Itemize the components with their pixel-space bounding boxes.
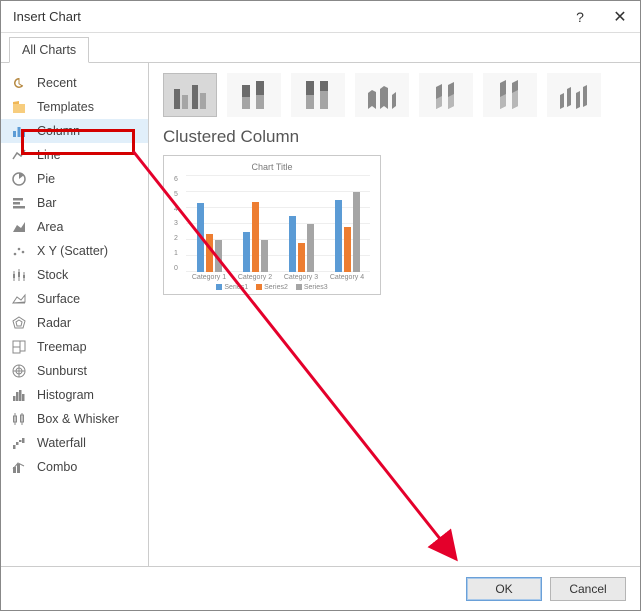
area-chart-icon	[11, 219, 27, 235]
bar	[344, 227, 351, 272]
close-button[interactable]: ✕	[600, 1, 640, 33]
subtype-3d-clustered-column[interactable]	[355, 73, 409, 117]
bar	[307, 224, 314, 272]
bar	[252, 202, 259, 272]
sidebar-item-treemap[interactable]: Treemap	[1, 335, 148, 359]
bar	[197, 203, 204, 272]
templates-icon	[11, 99, 27, 115]
dialog-title: Insert Chart	[13, 9, 560, 24]
subtype-title: Clustered Column	[163, 127, 626, 147]
category-labels: Category 1Category 2Category 3Category 4	[170, 274, 374, 281]
bar	[206, 234, 213, 272]
sidebar-item-label: Box & Whisker	[37, 412, 119, 426]
chart-preview[interactable]: Chart Title 6543210 Category 1Category 2…	[163, 155, 381, 295]
sidebar-item-radar[interactable]: Radar	[1, 311, 148, 335]
bar-group	[243, 202, 268, 272]
scatter-chart-icon	[11, 243, 27, 259]
histogram-icon	[11, 387, 27, 403]
subtype-3d-stacked-column[interactable]	[419, 73, 473, 117]
preview-plot: 6543210	[170, 176, 374, 272]
sidebar-item-label: X Y (Scatter)	[37, 244, 108, 258]
bar	[243, 232, 250, 272]
sidebar-item-label: Stock	[37, 268, 68, 282]
recent-icon	[11, 75, 27, 91]
main-panel: Clustered Column Chart Title 6543210 Cat…	[149, 63, 640, 566]
help-button[interactable]: ?	[560, 1, 600, 33]
sidebar-item-label: Templates	[37, 100, 94, 114]
cancel-button[interactable]: Cancel	[550, 577, 626, 601]
bar	[353, 192, 360, 272]
stock-chart-icon	[11, 267, 27, 283]
sidebar-item-label: Bar	[37, 196, 56, 210]
sidebar-item-histogram[interactable]: Histogram	[1, 383, 148, 407]
box-whisker-icon	[11, 411, 27, 427]
sidebar-item-pie[interactable]: Pie	[1, 167, 148, 191]
dialog-body: Recent Templates Column Line Pie Bar Area X Y (…	[1, 63, 640, 566]
sidebar-item-label: Area	[37, 220, 63, 234]
subtype-100-stacked-column[interactable]	[291, 73, 345, 117]
waterfall-icon	[11, 435, 27, 451]
sidebar-item-label: Pie	[37, 172, 55, 186]
sidebar-item-label: Sunburst	[37, 364, 87, 378]
sidebar-item-label: Histogram	[37, 388, 94, 402]
insert-chart-dialog: Insert Chart ? ✕ All Charts Recent Templa…	[0, 0, 641, 611]
subtype-clustered-column[interactable]	[163, 73, 217, 117]
sidebar-item-label: Recent	[37, 76, 77, 90]
sidebar-item-line[interactable]: Line	[1, 143, 148, 167]
sidebar-item-bar[interactable]: Bar	[1, 191, 148, 215]
bar	[289, 216, 296, 272]
bar	[335, 200, 342, 272]
bar	[261, 240, 268, 272]
line-chart-icon	[11, 147, 27, 163]
sidebar-item-templates[interactable]: Templates	[1, 95, 148, 119]
subtype-3d-column[interactable]	[547, 73, 601, 117]
pie-chart-icon	[11, 171, 27, 187]
sidebar-item-box-whisker[interactable]: Box & Whisker	[1, 407, 148, 431]
sidebar-item-label: Surface	[37, 292, 80, 306]
sunburst-icon	[11, 363, 27, 379]
combo-chart-icon	[11, 459, 27, 475]
legend-series1: Series1	[216, 284, 248, 291]
sidebar-item-area[interactable]: Area	[1, 215, 148, 239]
bar-chart-icon	[11, 195, 27, 211]
subtype-stacked-column[interactable]	[227, 73, 281, 117]
subtype-3d-100-stacked-column[interactable]	[483, 73, 537, 117]
legend-series2: Series2	[256, 284, 288, 291]
ok-button[interactable]: OK	[466, 577, 542, 601]
legend-series3: Series3	[296, 284, 328, 291]
subtype-row	[163, 73, 626, 117]
tab-strip: All Charts	[1, 33, 640, 63]
sidebar-item-label: Radar	[37, 316, 71, 330]
column-chart-icon	[11, 123, 27, 139]
bar	[298, 243, 305, 272]
bar-group	[197, 203, 222, 272]
sidebar-item-sunburst[interactable]: Sunburst	[1, 359, 148, 383]
sidebar-item-label: Combo	[37, 460, 77, 474]
bar-group	[289, 216, 314, 272]
sidebar-item-waterfall[interactable]: Waterfall	[1, 431, 148, 455]
sidebar-item-surface[interactable]: Surface	[1, 287, 148, 311]
sidebar-item-label: Treemap	[37, 340, 87, 354]
sidebar-item-x-y-scatter-[interactable]: X Y (Scatter)	[1, 239, 148, 263]
sidebar-item-stock[interactable]: Stock	[1, 263, 148, 287]
dialog-footer: OK Cancel	[1, 566, 640, 610]
sidebar-item-label: Line	[37, 148, 61, 162]
surface-chart-icon	[11, 291, 27, 307]
bar	[215, 240, 222, 272]
sidebar-item-label: Column	[37, 124, 80, 138]
sidebar-item-label: Waterfall	[37, 436, 86, 450]
preview-chart-title: Chart Title	[170, 162, 374, 172]
sidebar-item-combo[interactable]: Combo	[1, 455, 148, 479]
tab-all-charts[interactable]: All Charts	[9, 37, 89, 63]
chart-type-sidebar: Recent Templates Column Line Pie Bar Area X Y (…	[1, 63, 149, 566]
bars-area	[186, 176, 370, 272]
legend: Series1 Series2 Series3	[170, 284, 374, 291]
titlebar: Insert Chart ? ✕	[1, 1, 640, 33]
sidebar-item-recent[interactable]: Recent	[1, 71, 148, 95]
treemap-icon	[11, 339, 27, 355]
sidebar-item-column[interactable]: Column	[1, 119, 148, 143]
radar-chart-icon	[11, 315, 27, 331]
bar-group	[335, 192, 360, 272]
y-axis: 6543210	[174, 176, 184, 272]
